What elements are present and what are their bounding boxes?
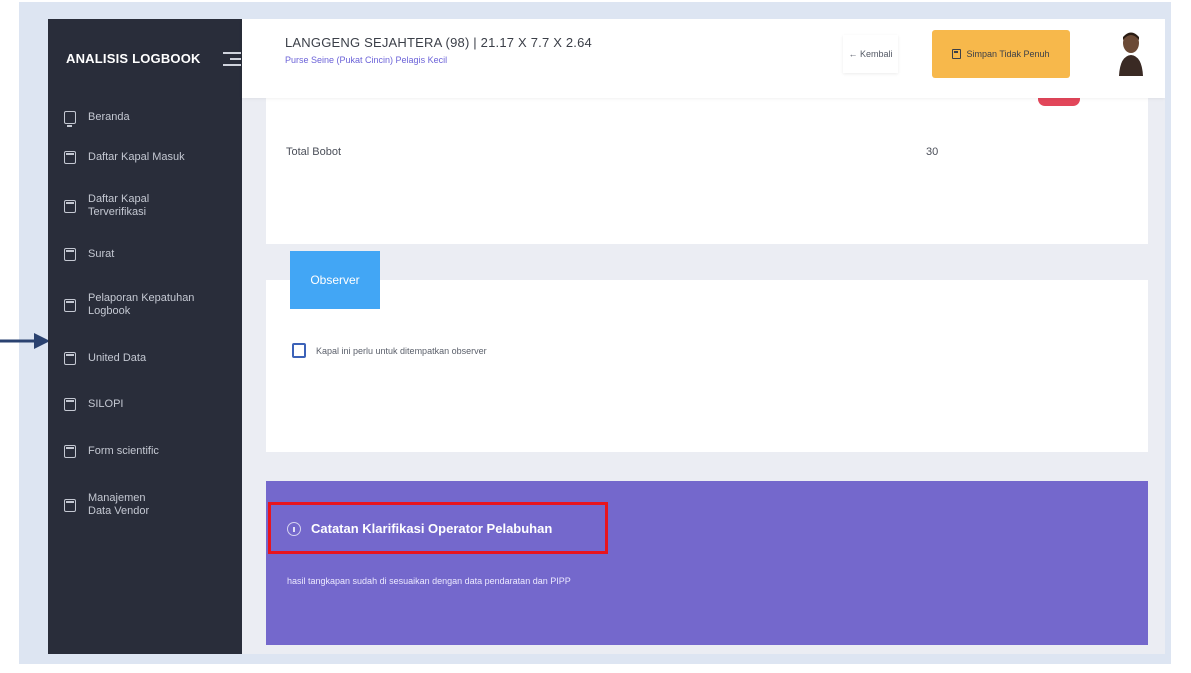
sidebar-item-daftar-kapal-terverifikasi[interactable]: Daftar Kapal Terverifikasi [48,178,178,234]
sidebar-nav: Beranda Daftar Kapal Masuk Daftar Kapal … [48,98,242,536]
brand-title: ANALISIS LOGBOOK [66,51,201,66]
save-icon [952,49,962,59]
main-content: Total Bobot 30 Kapal ini perlu untuk dit… [242,92,1165,654]
sidebar: ANALISIS LOGBOOK Beranda Daftar Kapal Ma… [48,19,242,654]
sidebar-item-label: Manajemen Data Vendor [88,492,150,517]
sidebar-item-daftar-kapal-masuk[interactable]: Daftar Kapal Masuk [48,136,242,178]
vessel-subtitle: Purse Seine (Pukat Cincin) Pelagis Kecil [285,55,448,65]
user-avatar[interactable] [1116,28,1146,76]
sidebar-item-silopi[interactable]: SILOPI [48,380,242,428]
calendar-icon [64,199,76,213]
calendar-icon [64,498,76,512]
calendar-icon [64,150,76,164]
sidebar-item-manajemen-data-vendor[interactable]: Manajemen Data Vendor [48,474,242,536]
sidebar-item-form-scientific[interactable]: Form scientific [48,428,242,474]
sidebar-item-label: Daftar Kapal Terverifikasi [88,193,150,218]
note-body: hasil tangkapan sudah di sesuaikan denga… [287,576,571,586]
sidebar-item-label: Daftar Kapal Masuk [88,150,185,163]
sidebar-brand: ANALISIS LOGBOOK [48,19,242,98]
sidebar-item-label: United Data [88,351,147,364]
weight-summary-card: Total Bobot 30 [266,92,1148,244]
sidebar-item-label: Surat [88,247,115,260]
back-button[interactable]: ← Kembali [843,35,898,73]
app-window: ANALISIS LOGBOOK Beranda Daftar Kapal Ma… [48,19,1165,654]
sidebar-item-label: Form scientific [88,444,159,457]
sidebar-item-surat[interactable]: Surat [48,234,242,274]
sidebar-item-pelaporan-kepatuhan-logbook[interactable]: Pelaporan Kepatuhan Logbook [48,274,242,336]
sidebar-item-united-data[interactable]: United Data [48,336,242,380]
observer-checkbox-row[interactable]: Kapal ini perlu untuk ditempatkan observ… [292,343,487,358]
sidebar-item-label: SILOPI [88,397,124,410]
observer-tab[interactable]: Observer [290,251,380,309]
calendar-icon [64,247,76,261]
observer-card: Kapal ini perlu untuk ditempatkan observ… [266,280,1148,452]
save-button-label: Simpan Tidak Penuh [966,49,1050,59]
top-header: LANGGENG SEJAHTERA (98) | 21.17 X 7.7 X … [242,19,1165,98]
calendar-icon [64,298,76,312]
total-bobot-label: Total Bobot [286,146,342,158]
sidebar-item-label: Beranda [88,110,130,123]
clarification-note-card: Catatan Klarifikasi Operator Pelabuhan h… [266,481,1148,645]
observer-checkbox[interactable] [292,343,306,358]
calendar-icon [64,351,76,365]
calendar-icon [64,444,76,458]
sidebar-item-beranda[interactable]: Beranda [48,98,242,136]
observer-checkbox-label: Kapal ini perlu untuk ditempatkan observ… [316,345,487,356]
highlight-box [268,502,608,554]
save-partial-button[interactable]: Simpan Tidak Penuh [932,30,1070,78]
pointer-arrow [0,333,50,349]
vessel-title: LANGGENG SEJAHTERA (98) | 21.17 X 7.7 X … [285,35,592,50]
hamburger-menu-icon[interactable] [222,51,241,66]
monitor-icon [64,110,76,127]
total-bobot-value: 30 [926,146,939,158]
sidebar-item-label: Pelaporan Kepatuhan Logbook [88,292,195,317]
calendar-icon [64,397,76,411]
